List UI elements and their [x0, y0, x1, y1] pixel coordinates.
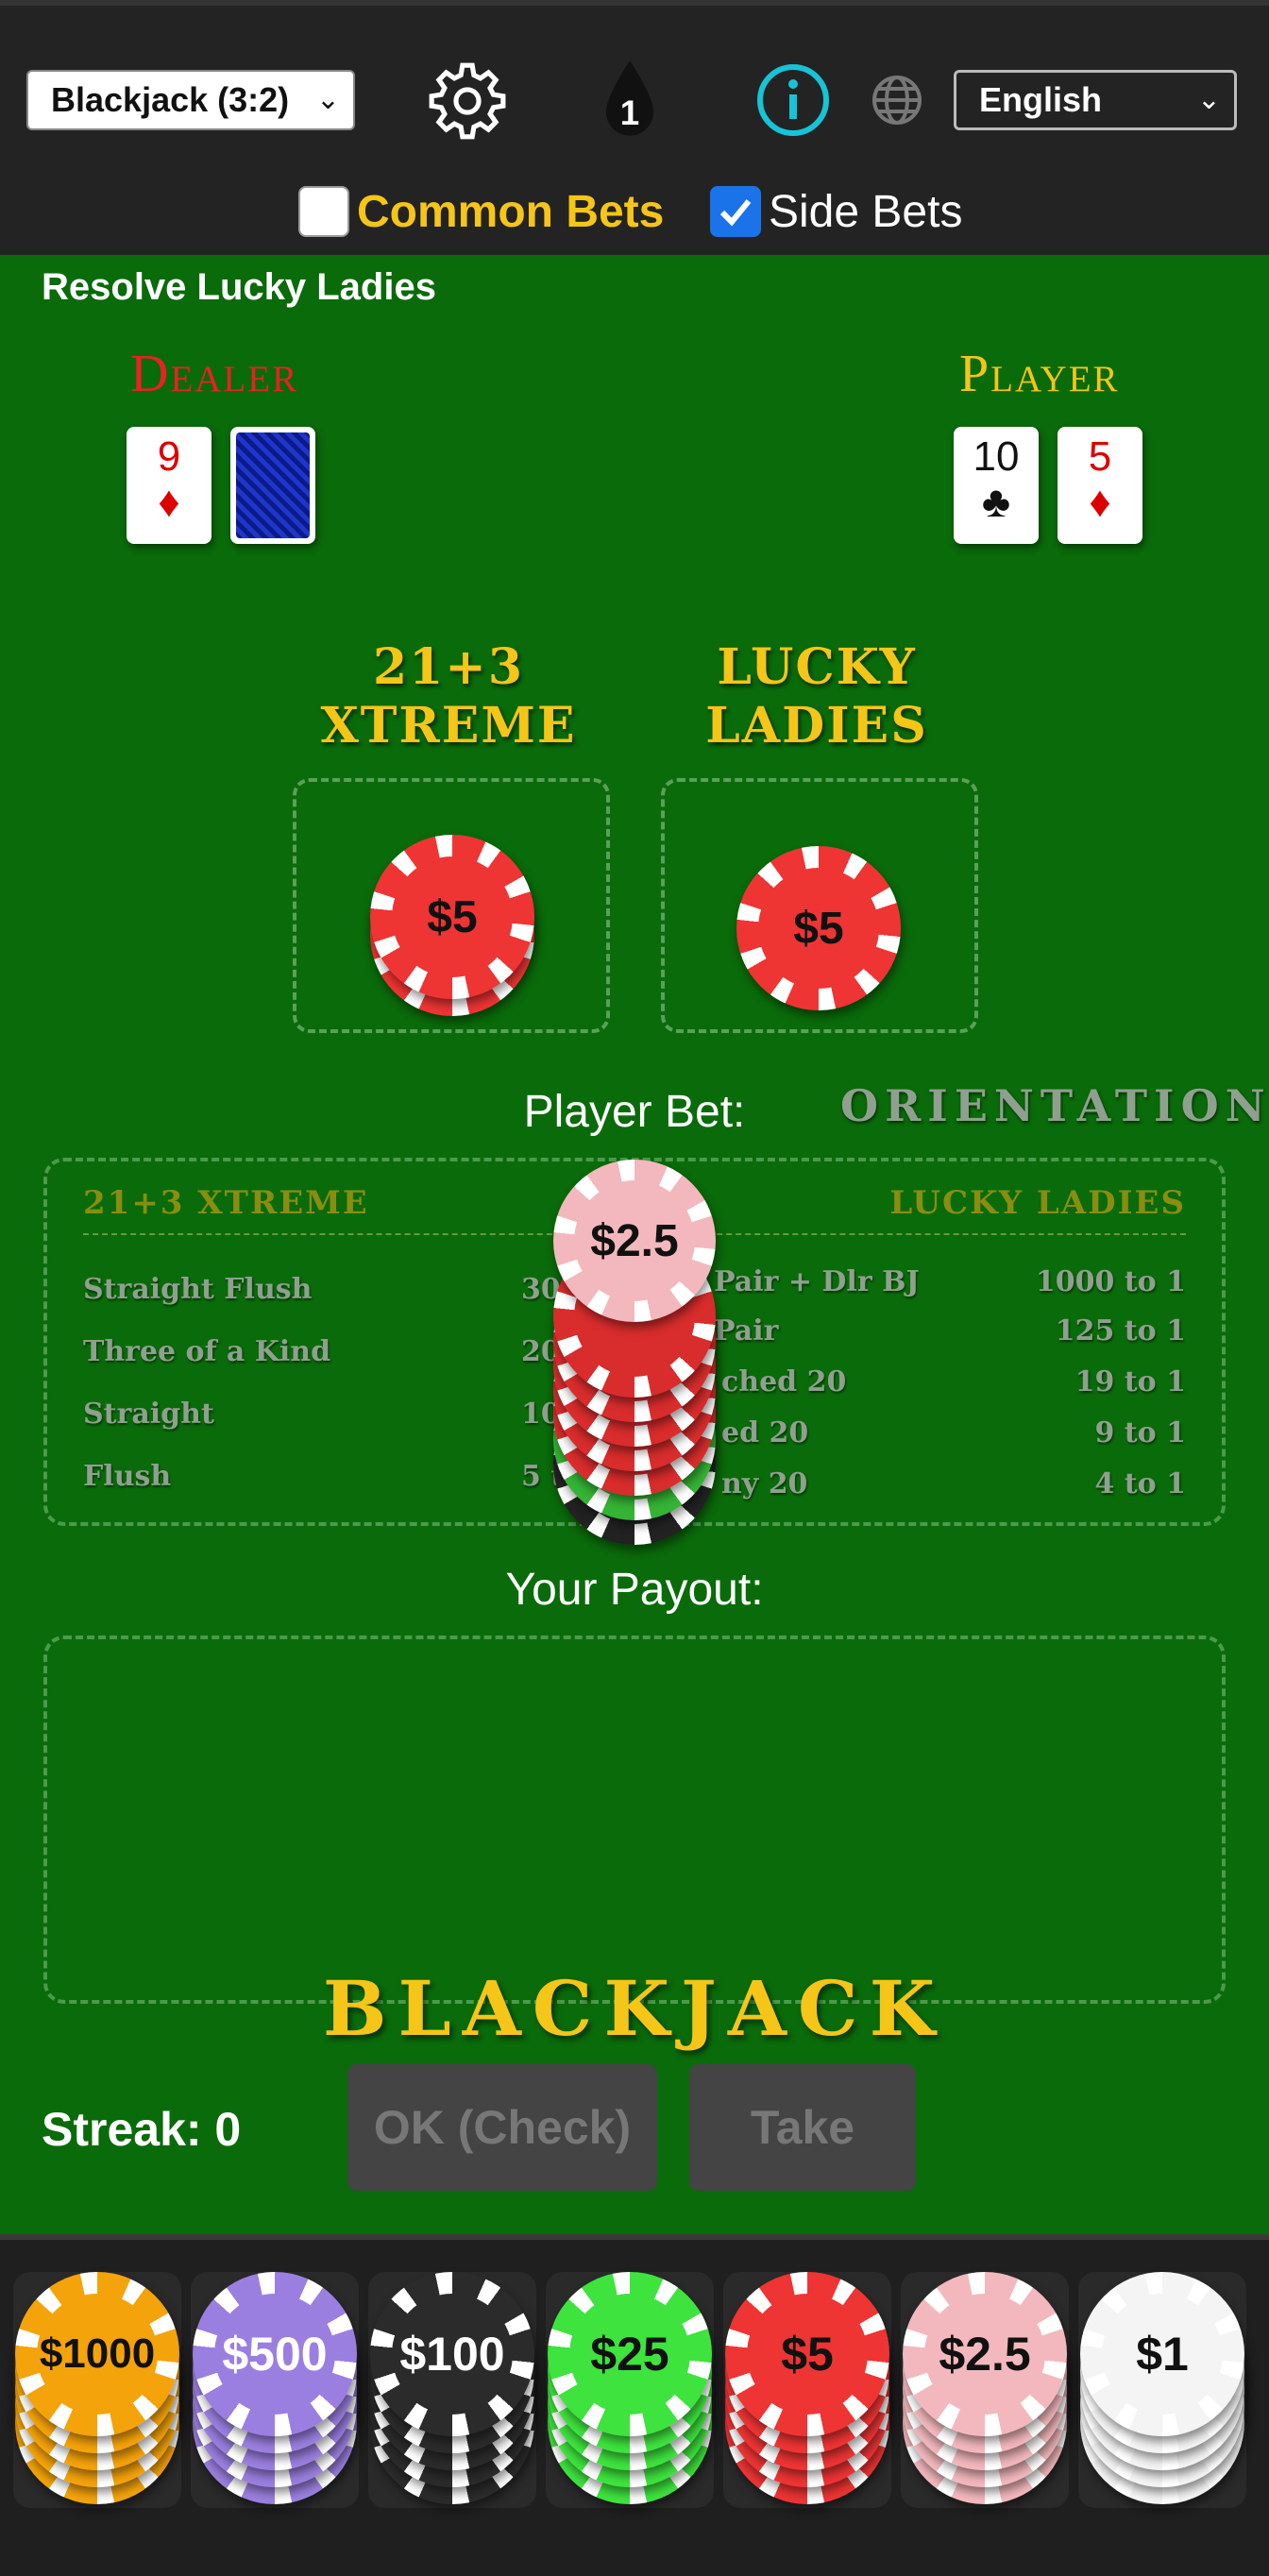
- chip-value: $2.5: [590, 1215, 679, 1266]
- side-bet-title-line: 21+3: [372, 638, 525, 696]
- side-bet-title-line: LUCKY: [717, 638, 917, 696]
- chip[interactable]: $25: [548, 2272, 712, 2436]
- chip-value: $5: [793, 903, 844, 954]
- player-card: 5 ♦: [1058, 427, 1142, 544]
- paytable-row-name: Straight: [83, 1398, 214, 1431]
- side-bet-title-line: LADIES: [705, 697, 928, 754]
- side-bet-title-21-3: 21+3 XTREME: [293, 638, 604, 755]
- globe-icon: [872, 76, 922, 125]
- take-button[interactable]: Take: [689, 2064, 916, 2191]
- streak-counter: Streak: 0: [42, 2103, 242, 2156]
- paytable-row-pay: 1000 to 1: [1035, 1265, 1186, 1298]
- chip-value: $100: [399, 2328, 505, 2381]
- payout-area: [43, 1635, 1226, 2004]
- count-drop-icon[interactable]: 1: [602, 59, 657, 138]
- paytable-row-pay: 125 to 1: [1055, 1314, 1186, 1347]
- top-toolbar: Blackjack (3:2) ⌄ 1 English ⌄ Common Bet…: [0, 0, 1269, 255]
- card-suit: ♣: [981, 477, 1011, 526]
- side-bets-option[interactable]: Side Bets: [710, 185, 962, 238]
- player-title: Player: [959, 345, 1120, 403]
- paytable-right-title: LUCKY LADIES: [889, 1184, 1186, 1222]
- brand-title: BLACKJACK: [322, 1964, 947, 2053]
- game-variant-value: Blackjack (3:2): [51, 80, 290, 119]
- card-suit: ♦: [1089, 477, 1111, 526]
- paytable-row-name: Pair + Dlr BJ: [714, 1265, 920, 1298]
- chip-tray: $1000 $500 $100 $25 $5 $2.5 $1: [0, 2234, 1269, 2576]
- paytable-row-name: ny 20: [721, 1467, 808, 1500]
- dealer-title: Dealer: [130, 345, 299, 403]
- chip-value: $2.5: [939, 2328, 1031, 2381]
- side-bet-title-line: XTREME: [320, 697, 577, 754]
- card-rank: 5: [1088, 433, 1112, 480]
- chip[interactable]: $2.5: [553, 1160, 716, 1322]
- chip-value: $5: [781, 2328, 834, 2381]
- chip-value: $5: [427, 891, 478, 942]
- paytable-row-pay: 4 to 1: [1094, 1467, 1186, 1500]
- paytable-left-title: 21+3 XTREME: [83, 1184, 369, 1222]
- chip[interactable]: $1000: [15, 2272, 179, 2436]
- side-bet-title-lucky-ladies: LUCKY LADIES: [661, 638, 973, 755]
- dealer-card: 9 ♦: [127, 427, 212, 544]
- language-value: English: [979, 80, 1103, 119]
- chevron-down-icon: ⌄: [315, 84, 340, 115]
- chevron-down-icon: ⌄: [1196, 84, 1221, 115]
- chip[interactable]: $5: [736, 846, 901, 1010]
- dealer-hole-card: [230, 427, 315, 544]
- gear-icon[interactable]: [427, 60, 508, 142]
- card-back-pattern: [236, 432, 310, 538]
- paytable-row-name: Flush: [83, 1460, 172, 1493]
- checkmark-icon: [719, 199, 752, 227]
- paytable-row-pay: 19 to 1: [1074, 1365, 1186, 1398]
- player-card: 10 ♣: [954, 427, 1039, 544]
- paytable-row-name: ed 20: [721, 1416, 809, 1449]
- count-badge: 1: [620, 93, 639, 132]
- chip[interactable]: $2.5: [903, 2272, 1067, 2436]
- info-icon[interactable]: [755, 62, 831, 138]
- status-message: Resolve Lucky Ladies: [42, 266, 436, 308]
- paytable-row-name: Straight Flush: [83, 1273, 313, 1306]
- side-bets-label: Side Bets: [769, 186, 963, 237]
- card-rank: 9: [157, 433, 181, 480]
- common-bets-label: Common Bets: [357, 186, 665, 237]
- paytable-row-name: Three of a Kind: [83, 1335, 331, 1368]
- common-bets-checkbox[interactable]: [298, 186, 349, 237]
- chip-value: $500: [222, 2328, 328, 2381]
- payout-label: Your Payout:: [505, 1565, 764, 1615]
- chip-value: $1000: [39, 2330, 156, 2377]
- language-select[interactable]: English ⌄: [954, 70, 1237, 130]
- orientation-label: ORIENTATION: [840, 1080, 1269, 1131]
- card-rank: 10: [973, 433, 1020, 480]
- chip-value: $25: [590, 2328, 669, 2381]
- common-bets-option[interactable]: Common Bets: [298, 185, 664, 238]
- paytable-row-pay: 9 to 1: [1094, 1416, 1186, 1449]
- chip[interactable]: $5: [370, 835, 534, 999]
- chip-value: $1: [1136, 2328, 1189, 2381]
- paytable-row-name: ched 20: [721, 1365, 847, 1398]
- side-bets-checkbox[interactable]: [710, 186, 761, 237]
- chip[interactable]: $1: [1080, 2272, 1244, 2436]
- game-variant-select[interactable]: Blackjack (3:2) ⌄: [26, 70, 355, 130]
- chip[interactable]: $500: [193, 2272, 357, 2436]
- paytable-row-name: Pair: [714, 1314, 779, 1347]
- chip[interactable]: $5: [725, 2272, 889, 2436]
- chip[interactable]: $100: [370, 2272, 534, 2436]
- card-suit: ♦: [158, 477, 180, 526]
- ok-check-button[interactable]: OK (Check): [347, 2064, 657, 2191]
